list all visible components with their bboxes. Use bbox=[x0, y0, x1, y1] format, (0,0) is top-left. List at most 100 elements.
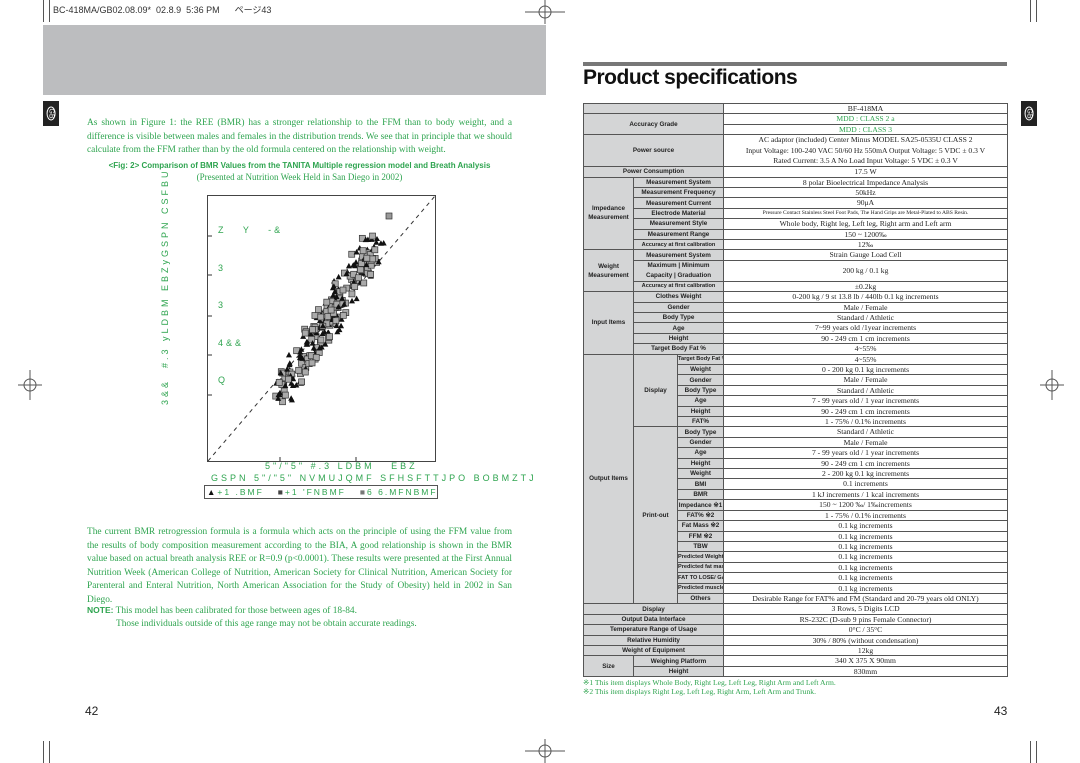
crop-mark bbox=[49, 741, 50, 763]
crop-mark bbox=[49, 0, 50, 22]
spec-label: Weight of Equipment bbox=[582, 644, 725, 657]
spec-value: 4~55% bbox=[723, 353, 1009, 366]
spec-value: 0.1 kg increments bbox=[723, 582, 1009, 594]
spec-value: 1 kJ increments / 1 kcal increments bbox=[723, 488, 1009, 501]
spec-item-label: Age bbox=[676, 395, 725, 407]
spec-item-label: FFM ※2 bbox=[676, 530, 725, 542]
note-line-2: Those individuals outside of this age ra… bbox=[116, 619, 417, 629]
crop-mark bbox=[1036, 0, 1037, 22]
spec-value: 0.1 kg increments bbox=[723, 520, 1009, 532]
data-point-square bbox=[339, 286, 347, 294]
spec-value: 90 - 249 cm 1 cm increments bbox=[723, 405, 1009, 418]
spec-label: Power Consumption bbox=[582, 166, 725, 178]
spec-value: Male / Female bbox=[723, 374, 1009, 386]
spec-row: Output Data Interface RS-232C (D-sub 9 pi… bbox=[582, 613, 1009, 626]
inset-line: 4&& bbox=[218, 337, 245, 348]
data-point-square bbox=[359, 247, 367, 255]
spec-value: 12kg bbox=[723, 644, 1009, 657]
spec-value: 0.1 kg increments bbox=[723, 572, 1009, 584]
spec-row: Accuracy at first calibration 12‰ bbox=[584, 238, 1009, 251]
spec-value: 1 - 75% / 0.1% increments bbox=[723, 416, 1009, 428]
spec-row: Size Weighing Platform 340 X 375 X 90mm bbox=[583, 655, 1009, 678]
spec-item-label: Weight bbox=[676, 468, 725, 480]
registration-mark-bottom bbox=[525, 739, 565, 763]
spec-label: Output Data Interface bbox=[582, 613, 725, 626]
spec-value: Male / Female bbox=[723, 436, 1009, 449]
data-point-square bbox=[326, 333, 333, 340]
spec-item-label: BMR bbox=[676, 488, 725, 501]
spec-row: Height 90 - 249 cm 1 cm increments bbox=[584, 332, 1009, 345]
inset-line: 3 bbox=[218, 300, 227, 310]
spec-row: Power source AC adaptor (included) Center… bbox=[582, 134, 1009, 168]
spec-value: 90 - 249 cm 1 cm increments bbox=[723, 457, 1009, 470]
data-point-triangle bbox=[335, 273, 342, 280]
data-point-square bbox=[301, 368, 309, 376]
spec-item-label: Weighing Platform bbox=[632, 655, 725, 667]
spec-row: Impedance Measurement Measurement System 8… bbox=[583, 176, 1009, 251]
spec-value: 0.1 kg increments bbox=[723, 530, 1009, 542]
spec-value: 3 Rows, 5 Digits LCD bbox=[723, 603, 1009, 615]
spec-label: Accuracy Grade bbox=[582, 113, 725, 136]
spec-value: 17.5 W bbox=[723, 166, 1009, 178]
data-point-square bbox=[317, 313, 325, 321]
data-point-square bbox=[363, 254, 371, 262]
spec-value: Standard / Athletic bbox=[723, 426, 1009, 438]
spec-item-label: Weight bbox=[676, 363, 725, 376]
spec-item-label: Height bbox=[676, 405, 725, 418]
spec-value: RS-232C (D-sub 9 pins Female Connector) bbox=[723, 613, 1009, 626]
data-point-square bbox=[301, 329, 309, 337]
data-point-square bbox=[339, 311, 347, 319]
data-point-square bbox=[284, 375, 292, 383]
spec-item-label: FAT TO LOSE/ GAIN bbox=[676, 572, 725, 584]
spec-group-label: Size bbox=[583, 655, 634, 678]
spec-value: 1 - 75% / 0.1% increments bbox=[723, 509, 1009, 522]
spec-value: 90 - 249 cm 1 cm increments bbox=[723, 332, 1009, 345]
spec-item-label: Body Type bbox=[676, 384, 725, 397]
spec-row: Relative Humidity 30% / 80% (without cond… bbox=[582, 634, 1009, 647]
cell-line: Maximum | Minimum bbox=[647, 261, 710, 269]
data-point-square bbox=[357, 266, 364, 274]
data-point-square bbox=[369, 255, 377, 263]
legend-item: ▲+1 .BMF bbox=[207, 487, 264, 497]
data-point-square bbox=[295, 366, 303, 374]
data-point-square bbox=[332, 317, 340, 325]
data-point-square bbox=[312, 354, 320, 361]
data-point-square bbox=[369, 232, 376, 240]
figure-y-label: 3&& #.3 yLDBM EBZyGSPN CSFBU bbox=[160, 168, 170, 405]
spec-item-label: Clothes Weight bbox=[632, 291, 725, 303]
spec-item-label: Measurement Frequency bbox=[632, 186, 725, 199]
spec-value: MDD : CLASS 3 bbox=[723, 123, 1009, 136]
spec-row: Accuracy at first calibration ±0.2kg bbox=[584, 280, 1009, 293]
spec-value: 0.1 kg increments bbox=[723, 551, 1009, 563]
figure-legend: ▲+1 .BMF ■+1 'FNBMF ■6 6.MFNBMF bbox=[204, 485, 438, 499]
spec-value: 90μA bbox=[723, 197, 1009, 209]
spec-label: Temperature Range of Usage bbox=[582, 624, 725, 636]
spec-item-label: Impedance ※1 bbox=[676, 499, 725, 511]
spec-value: 0°C / 35°C bbox=[723, 624, 1009, 636]
spec-row: Target Body Fat % 4~55% bbox=[584, 343, 1009, 355]
figure-caption: <Fig: 2> Comparison of BMR Values from t… bbox=[108, 161, 491, 170]
data-point-square bbox=[311, 312, 319, 319]
inset-line: Q bbox=[218, 375, 229, 385]
data-point-square bbox=[351, 283, 359, 290]
square-icon: ■ bbox=[359, 487, 368, 497]
spec-item-label: Accuracy at first calibration bbox=[632, 238, 725, 251]
spec-item-label: Predicted Weight bbox=[676, 551, 725, 563]
data-point-square bbox=[385, 212, 393, 220]
spec-group-label: Input Items bbox=[583, 291, 634, 355]
data-point-square bbox=[317, 336, 325, 344]
data-point-square bbox=[315, 306, 322, 313]
data-point-square bbox=[308, 335, 316, 343]
spec-item-label: FAT% ※2 bbox=[676, 509, 725, 522]
registration-mark-right bbox=[1040, 370, 1064, 400]
spec-value: Male / Female bbox=[723, 301, 1009, 314]
cell-line: Rated Current: 3.5 A No Load Input Volta… bbox=[773, 155, 958, 165]
spec-row: Measurement Current 90μA bbox=[584, 197, 1009, 209]
spec-item-label: Measurement System bbox=[632, 249, 725, 261]
spec-row: Display 3 Rows, 5 Digits LCD bbox=[582, 603, 1009, 615]
spec-value: 7 - 99 years old / 1 year increments bbox=[723, 395, 1009, 407]
spec-item-label: Maximum | Minimum Capacity | Graduation bbox=[632, 259, 725, 282]
spec-value: Standard / Athletic bbox=[723, 384, 1009, 397]
data-point-square bbox=[367, 270, 375, 278]
data-point-triangle bbox=[353, 259, 360, 265]
